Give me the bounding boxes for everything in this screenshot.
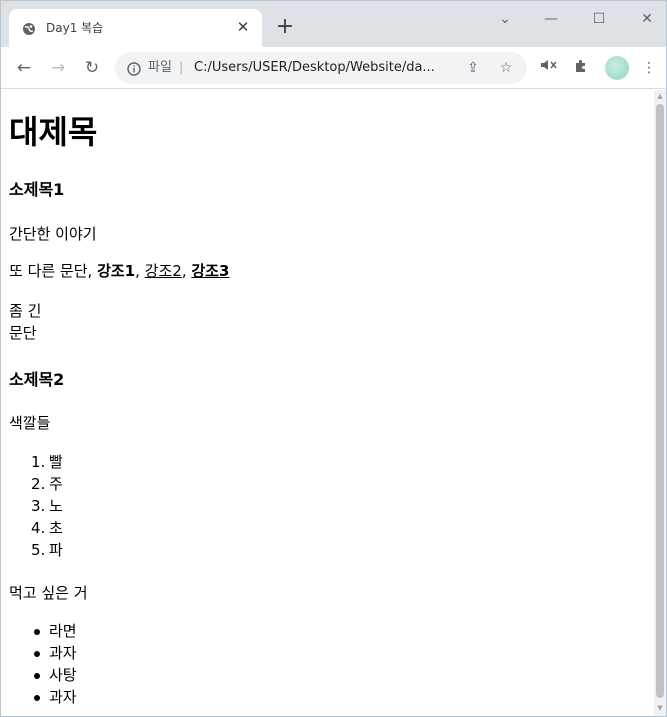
ordered-list-colors: 1. 빨 2. 주 3. 노 4. 초 5. 파 <box>9 451 63 561</box>
site-info-label: 파일 <box>148 60 172 75</box>
profile-avatar[interactable] <box>605 56 629 80</box>
reload-button[interactable]: ↻ <box>81 57 103 79</box>
emphasis-sep-1: , <box>135 262 145 280</box>
menu-kebab-icon[interactable]: ⋮ <box>639 58 659 78</box>
list-number: 5. <box>31 541 46 559</box>
subheading-1: 소제목1 <box>9 180 65 199</box>
page-title: 대제목 <box>9 113 98 151</box>
vertical-scrollbar[interactable]: ▲ ▼ <box>654 90 666 716</box>
list-number: 4. <box>31 519 46 537</box>
tab-title: Day1 복습 <box>46 21 104 35</box>
paragraph-simple-story: 간단한 이야기 <box>9 225 97 243</box>
bold-underline-emphasis-3: 강조3 <box>191 262 230 280</box>
omnibox-separator: | <box>179 60 184 75</box>
url-text[interactable]: C:/Users/USER/Desktop/Website/da... <box>194 60 454 76</box>
forward-button[interactable]: → <box>47 57 69 79</box>
back-button[interactable]: ← <box>13 57 35 79</box>
page-viewport: 대제목 소제목1 간단한 이야기 또 다른 문단, 강조1, 강조2, 강조3 … <box>1 90 654 716</box>
tab-search-chevron-icon[interactable]: ⌄ <box>495 9 515 29</box>
list-item: 사탕 <box>9 664 77 686</box>
bullet-icon <box>34 629 40 635</box>
list-item: 3. 노 <box>31 497 63 515</box>
paragraph-emphasis: 또 다른 문단, 강조1, 강조2, 강조3 <box>9 260 229 282</box>
mute-tab-icon[interactable] <box>539 58 559 78</box>
list-item: 라면 <box>9 620 77 642</box>
scroll-down-arrow-icon[interactable]: ▼ <box>656 704 664 712</box>
emphasis-prefix: 또 다른 문단, <box>9 262 98 280</box>
tab-strip: Day1 복습 ✕ + ⌄ — ☐ ✕ <box>1 1 666 47</box>
strong-emphasis-1: 강조1 <box>97 262 136 280</box>
unordered-list-foods: 라면 과자 사탕 과자 <box>9 620 77 708</box>
bullet-icon <box>34 695 40 701</box>
tab-day1[interactable]: Day1 복습 ✕ <box>9 9 262 47</box>
list-item: 5. 파 <box>31 541 63 559</box>
bullet-icon <box>34 651 40 657</box>
emphasis-sep-2: , <box>181 262 192 280</box>
close-window-button[interactable]: ✕ <box>637 9 657 29</box>
list-item: 과자 <box>9 642 77 664</box>
underline-emphasis-2: 강조2 <box>144 262 182 280</box>
list-item: 과자 <box>9 686 77 708</box>
browser-window: Day1 복습 ✕ + ⌄ — ☐ ✕ ← → ↻ 파일 | C:/Users/… <box>0 0 667 717</box>
paragraph-want-to-eat: 먹고 싶은 거 <box>9 584 88 602</box>
browser-toolbar: ← → ↻ 파일 | C:/Users/USER/Desktop/Website… <box>1 47 666 89</box>
bullet-icon <box>34 673 40 679</box>
minimize-button[interactable]: — <box>541 9 561 29</box>
scroll-up-arrow-icon[interactable]: ▲ <box>656 92 664 100</box>
address-bar[interactable]: 파일 | C:/Users/USER/Desktop/Website/da...… <box>115 52 527 84</box>
globe-icon <box>22 21 36 35</box>
bookmark-star-icon[interactable]: ☆ <box>497 59 515 77</box>
scroll-thumb[interactable] <box>656 104 664 698</box>
list-item: 2. 주 <box>31 475 63 493</box>
share-icon[interactable]: ⇪ <box>464 59 482 77</box>
maximize-button[interactable]: ☐ <box>589 9 609 29</box>
close-tab-icon[interactable]: ✕ <box>234 18 252 36</box>
new-tab-button[interactable]: + <box>275 16 295 38</box>
info-icon[interactable] <box>127 61 141 76</box>
paragraph-long-line2: 문단 <box>9 324 37 342</box>
list-item: 4. 초 <box>31 519 63 537</box>
list-item: 1. 빨 <box>31 453 63 471</box>
subheading-2: 소제목2 <box>9 370 65 389</box>
list-number: 2. <box>31 475 46 493</box>
paragraph-colors: 색깔들 <box>9 414 51 432</box>
extensions-puzzle-icon[interactable] <box>571 58 591 78</box>
list-number: 1. <box>31 453 46 471</box>
list-number: 3. <box>31 497 46 515</box>
paragraph-long-line1: 좀 긴 <box>9 302 42 320</box>
